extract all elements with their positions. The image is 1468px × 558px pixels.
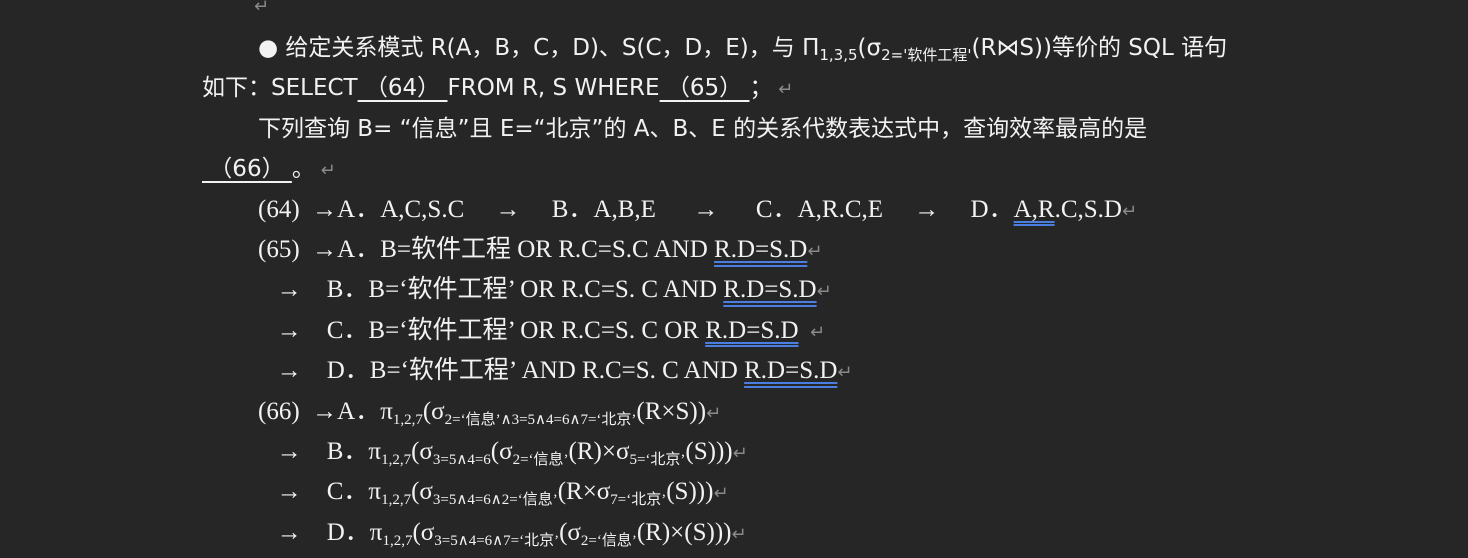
document-line: (65) →A．B=软件工程 OR R.C=S.C AND R.D=S.D↵	[258, 235, 822, 267]
document-line: → B．π1,2,7(σ3=5∧4=6(σ2=‘信息’(R)×σ5=‘北京’(S…	[258, 437, 748, 475]
document-line: (66) →A．π1,2,7(σ2=‘信息’∧3=5∧4=6∧7=‘北京’(R×…	[258, 397, 721, 435]
answer-blank: （66）	[202, 156, 292, 183]
document-line: → D．π1,2,7(σ3=5∧4=6∧7=‘北京’(σ2=‘信息’(R)×(S…	[258, 518, 747, 556]
subscript: 1,2,7	[382, 532, 413, 549]
return-mark-icon: ↵	[314, 160, 336, 182]
text-run: (66) →A．π	[258, 397, 393, 425]
document-line: → B．B=‘软件工程’ OR R.C=S. C AND R.D=S.D↵	[258, 275, 832, 307]
subscript: 7=‘北京’	[610, 492, 667, 509]
document-line: → D．B=‘软件工程’ AND R.C=S. C AND R.D=S.D↵	[258, 356, 853, 388]
text-run: 给定关系模式 R(A，B，C，D)、S(C，D，E)，与	[285, 35, 803, 61]
answer-blank: （64）	[357, 75, 448, 102]
subscript: 3=5∧4=6∧2=‘信息’	[432, 492, 558, 509]
text-run: (R)×(S)))	[636, 518, 732, 546]
text-run: (64) →A．A,C,S.C → B．A,B,E → C．A,R.C,E → …	[258, 195, 1014, 223]
document-line: (64) →A．A,C,S.C → B．A,B,E → C．A,R.C,E → …	[258, 195, 1137, 227]
return-mark-icon: ↵	[732, 443, 748, 464]
text-run: FROM R, S WHERE	[447, 75, 660, 102]
text-run: (σ	[411, 438, 433, 465]
return-mark-icon: ↵	[798, 321, 826, 343]
spellcheck-underline-text: R.D=S.D	[744, 357, 838, 385]
text-run: ●	[258, 35, 286, 61]
return-mark-icon: ↵	[837, 362, 853, 384]
text-run: → D．B=‘软件工程’ AND R.C=S. C AND	[258, 357, 745, 385]
text-run: → D．π	[258, 518, 383, 546]
text-run: (σ	[411, 478, 433, 506]
spellcheck-underline-text: R.D=S.D	[723, 276, 817, 304]
text-run: → B．B=‘软件工程’ OR R.C=S. C AND	[258, 276, 724, 304]
text-run: 下列查询 B= “信息”且 E=“北京”的 A、B、E 的关系代数表达式中，查询…	[258, 115, 1148, 142]
text-run: .C,S.D	[1054, 195, 1122, 223]
spellcheck-underline-text: R.D=S.D	[705, 316, 799, 344]
return-mark-icon: ↵	[1121, 200, 1138, 222]
subscript: 2='软件工程'	[881, 46, 972, 64]
subscript: 1,2,7	[381, 492, 412, 509]
return-mark-icon: ↵	[807, 241, 823, 262]
spellcheck-underline-text: A,R	[1013, 195, 1055, 223]
subscript: 1,3,5	[819, 46, 858, 64]
subscript: 2=‘信息’∧3=5∧4=6∧7=‘北京’	[444, 411, 637, 428]
return-mark-icon: ↵	[706, 402, 722, 424]
answer-blank: （65）	[659, 75, 750, 102]
subscript: 5=‘北京’	[629, 452, 686, 468]
subscript: 1,2,7	[381, 452, 412, 468]
text-run: (σ	[559, 518, 581, 546]
subscript: 2=‘信息’	[580, 532, 637, 549]
text-run: ；	[749, 75, 773, 102]
text-run: (R)×σ	[568, 438, 630, 465]
return-mark-icon: ↵	[713, 483, 729, 505]
subscript: 2=‘信息’	[512, 452, 569, 468]
text-run: (σ	[857, 35, 882, 61]
text-run: (R×S))	[636, 397, 707, 425]
text-run: (65) →A．B=软件工程 OR R.C=S.C AND	[258, 236, 715, 263]
text-run: (S)))	[666, 478, 714, 506]
text-run: → C．B=‘软件工程’ OR R.C=S. C OR	[258, 316, 706, 344]
text-run: 如下：SELECT	[202, 75, 358, 102]
subscript: 3=5∧4=6	[432, 452, 491, 468]
subscript: 3=5∧4=6∧7=‘北京’	[434, 532, 560, 549]
return-mark-icon: ↵	[254, 0, 270, 17]
text-run: (S)))	[685, 438, 733, 465]
text-run: → C．π	[258, 478, 382, 506]
paragraph-mark: ↵	[254, 0, 269, 22]
text-run: 。	[291, 156, 315, 183]
document-line: ● 给定关系模式 R(A，B，C，D)、S(C，D，E)，与 Π1,3,5(σ2…	[258, 33, 1227, 70]
subscript: 1,2,7	[392, 411, 423, 428]
document-line: → C．π1,2,7(σ3=5∧4=6∧2=‘信息’(R×σ7=‘北京’(S))…	[258, 477, 729, 515]
text-run: (R⋈S))等价的 SQL 语句	[971, 35, 1228, 61]
document-line: 如下：SELECT （64） FROM R, S WHERE （65） ； ↵	[202, 73, 793, 105]
spellcheck-underline-text: R.D=S.D	[714, 236, 808, 263]
document-line: （66） 。 ↵	[202, 154, 336, 186]
text-run: (σ	[490, 438, 513, 465]
text-run: → B．π	[258, 438, 382, 465]
document-line: → C．B=‘软件工程’ OR R.C=S. C OR R.D=S.D ↵	[258, 316, 825, 348]
return-mark-icon: ↵	[772, 79, 794, 101]
return-mark-icon: ↵	[816, 281, 832, 303]
text-run: Π	[802, 35, 820, 61]
return-mark-icon: ↵	[731, 523, 747, 545]
text-run: (σ	[412, 518, 435, 546]
text-run: (σ	[422, 397, 445, 425]
text-run: (R×σ	[557, 478, 611, 506]
document-line: 下列查询 B= “信息”且 E=“北京”的 A、B、E 的关系代数表达式中，查询…	[258, 114, 1147, 144]
